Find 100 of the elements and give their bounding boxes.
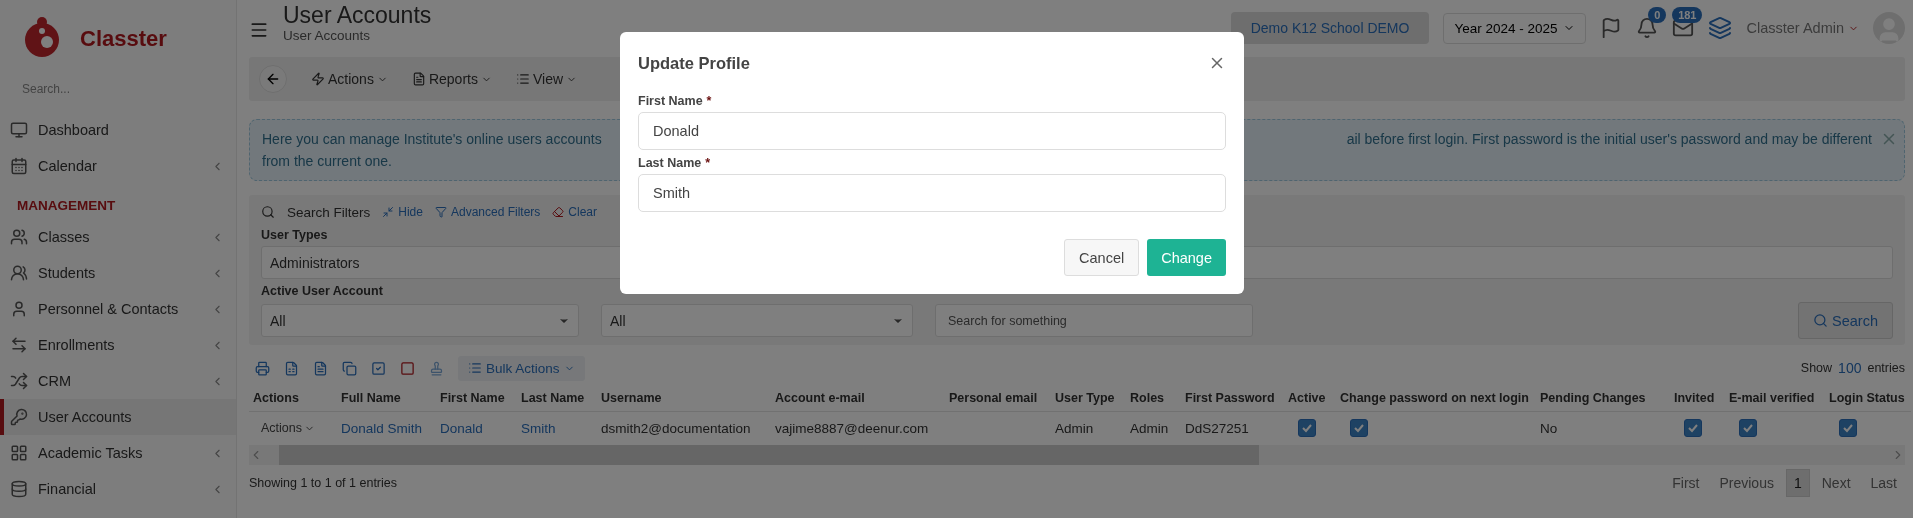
horizontal-scrollbar[interactable] (249, 445, 1905, 465)
sidebar-item[interactable]: CRM (0, 363, 236, 399)
sidebar-item[interactable]: Students (0, 255, 236, 291)
column-header: User Type (1051, 385, 1126, 411)
checkbox[interactable] (1839, 419, 1857, 438)
text-field[interactable]: Smith (638, 174, 1226, 212)
key-icon (10, 408, 28, 426)
page-button[interactable]: Previous (1711, 469, 1782, 497)
field-label: Last Name (638, 156, 702, 170)
checkmark-icon (1301, 422, 1313, 435)
field-label: First Name (638, 94, 703, 108)
check-square-icon[interactable] (371, 360, 386, 376)
monitor-icon (10, 121, 28, 139)
checkbox[interactable] (1739, 419, 1757, 438)
shuffle-icon (10, 372, 28, 390)
school-button[interactable]: Demo K12 School DEMO (1230, 12, 1430, 44)
checkmark-icon (1687, 422, 1699, 435)
search-icon (1813, 313, 1829, 328)
print-icon[interactable] (255, 360, 270, 376)
column-header: Invited (1670, 385, 1725, 411)
scrollbar-thumb[interactable] (279, 445, 1259, 465)
search-button[interactable]: Search (1798, 302, 1893, 339)
stamp-icon[interactable] (429, 360, 444, 376)
table-link[interactable]: Smith (521, 420, 556, 436)
sidebar-search[interactable]: Search... (0, 70, 236, 112)
bulk-actions-dropdown[interactable]: Bulk Actions (458, 355, 585, 381)
user-menu[interactable]: Classter Admin (1746, 20, 1859, 36)
column-header: First Password (1181, 385, 1284, 411)
arrows-icon (10, 336, 28, 354)
column-header: Last Name (517, 385, 597, 411)
grid-icon (10, 444, 28, 462)
table-link[interactable]: Donald (440, 420, 483, 436)
table-cell: No (1540, 420, 1558, 436)
info-text: from the current one. (262, 152, 392, 171)
filters-title: Search Filters (287, 204, 371, 220)
select-field[interactable]: All (261, 304, 579, 337)
page-button[interactable]: Last (1862, 469, 1905, 497)
page-size[interactable]: 100 (1838, 360, 1862, 376)
spreadsheet-icon[interactable] (284, 360, 299, 376)
sidebar-item[interactable]: Academic Tasks (0, 435, 236, 471)
select-field[interactable]: All (601, 304, 913, 337)
page-button[interactable]: First (1664, 469, 1708, 497)
back-button[interactable] (259, 65, 287, 93)
actions-dropdown[interactable]: Actions (253, 421, 315, 436)
filter-link[interactable]: Clear (552, 205, 598, 219)
column-header: Pending Changes (1536, 385, 1670, 411)
column-header: Login Status (1825, 385, 1911, 411)
sidebar-item[interactable]: Enrollments (0, 327, 236, 363)
page-button[interactable]: Next (1813, 469, 1859, 497)
show-label: Show (1800, 361, 1833, 375)
checkbox[interactable] (1350, 419, 1368, 438)
change-button[interactable]: Change (1147, 239, 1226, 276)
column-header: First Name (436, 385, 517, 411)
square-icon[interactable] (400, 360, 415, 376)
field-label: User Types (261, 228, 328, 242)
cancel-button[interactable]: Cancel (1064, 239, 1140, 276)
sidebar-item[interactable]: Calendar (0, 148, 236, 184)
required-mark: * (705, 156, 711, 170)
sidebar-item[interactable]: Dashboard (0, 112, 236, 148)
sidebar-item[interactable]: Classes (0, 219, 236, 255)
field-label: Active User Account (261, 284, 383, 298)
eraser-icon (552, 206, 565, 218)
search-icon (261, 205, 275, 219)
layers-icon[interactable] (1708, 16, 1733, 40)
table-link[interactable]: Donald Smith (341, 420, 423, 436)
page-title: User Accounts (283, 2, 432, 28)
filter-icon (434, 206, 447, 218)
checkbox[interactable] (1298, 419, 1316, 438)
column-header: Full Name (337, 385, 436, 411)
toolbar-dropdown[interactable]: Reports (411, 71, 492, 87)
breadcrumb: User Accounts (283, 28, 372, 43)
lightning-icon (311, 72, 325, 86)
year-select[interactable]: Year 2024 - 2025 (1443, 12, 1587, 44)
group-icon (10, 228, 28, 246)
info-text: Here you can manage Institute's online users accounts (262, 130, 602, 149)
toolbar-dropdown[interactable]: View (515, 71, 578, 87)
list-icon (468, 361, 482, 375)
table-cell: Admin (1130, 420, 1169, 436)
column-header: Actions (249, 385, 337, 411)
filter-link[interactable]: Hide (382, 205, 423, 219)
document-icon[interactable] (313, 360, 328, 376)
column-header: Username (597, 385, 771, 411)
checkmark-icon (1842, 422, 1854, 435)
required-mark: * (706, 94, 712, 108)
info-text: ail before first login. First password is the initial user's password and may be different (1346, 130, 1872, 149)
sidebar-item[interactable]: User Accounts (0, 399, 236, 435)
filter-link[interactable]: Advanced Filters (434, 205, 541, 219)
table-cell: vajime8887@deenur.com (775, 420, 929, 436)
menu-icon[interactable] (249, 20, 269, 40)
checkbox[interactable] (1684, 419, 1702, 438)
copy-icon[interactable] (342, 360, 357, 376)
text-field[interactable]: Donald (638, 112, 1226, 150)
search-field[interactable]: Search for something (935, 304, 1253, 337)
toolbar-dropdown[interactable]: Actions (311, 71, 388, 87)
sidebar-item[interactable]: Personnel & Contacts (0, 291, 236, 327)
sidebar-item[interactable]: Financial (0, 471, 236, 507)
bell-icon[interactable] (1636, 17, 1659, 39)
column-header: Personal email (945, 385, 1051, 411)
page-button[interactable]: 1 (1785, 469, 1810, 497)
column-header: Account e-mail (771, 385, 945, 411)
